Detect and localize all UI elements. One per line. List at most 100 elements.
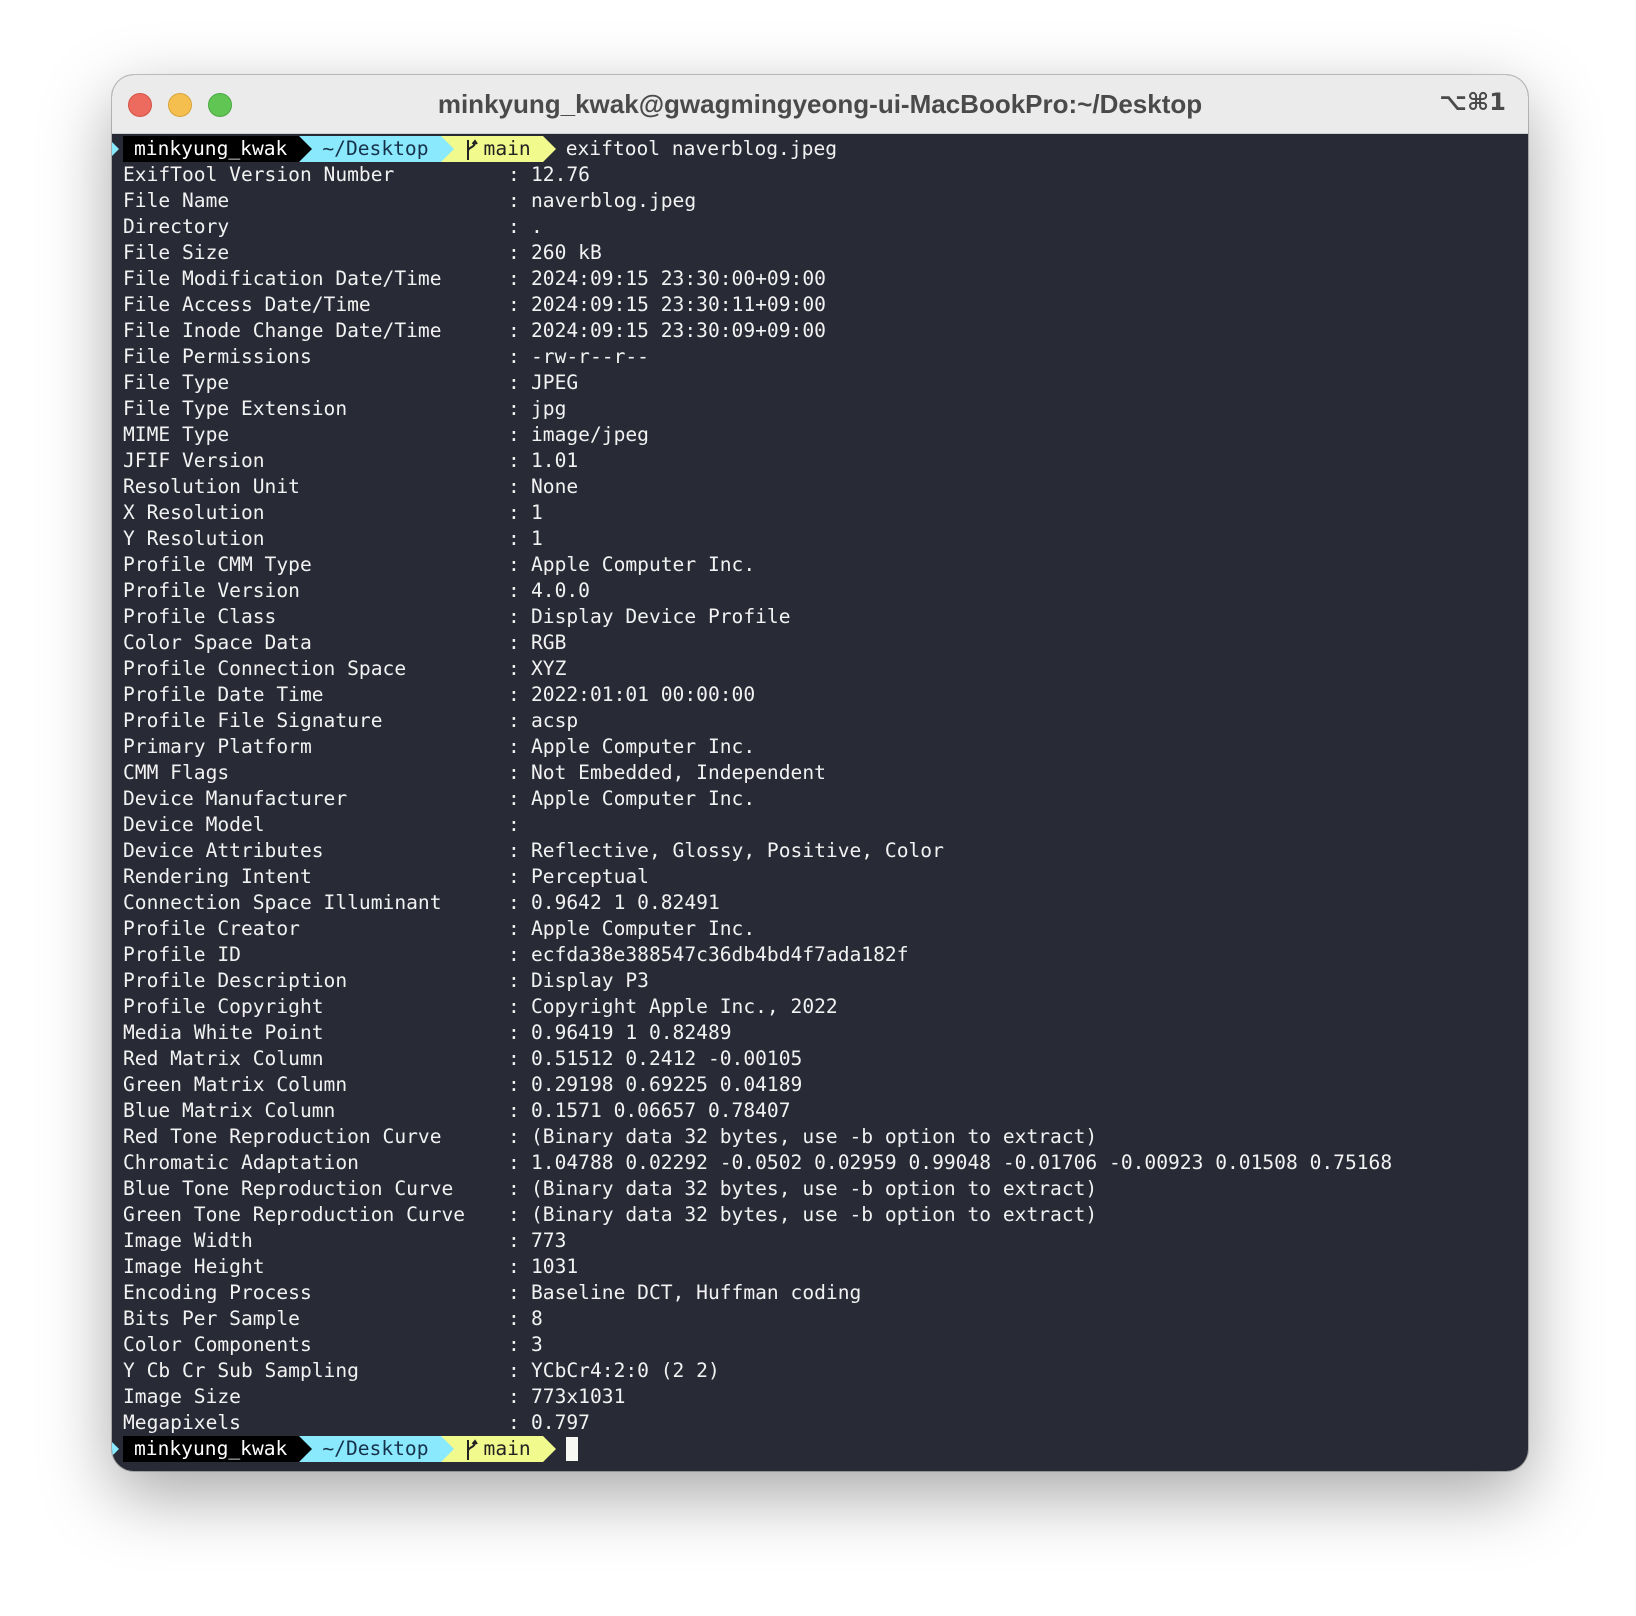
exif-value: 773 [531, 1229, 567, 1252]
exif-value: 1.04788 0.02292 -0.0502 0.02959 0.99048 … [531, 1151, 1393, 1174]
prompt-line-current: minkyung_kwak ~/Desktop main [112, 1436, 1528, 1462]
git-branch-icon [466, 1438, 478, 1460]
exif-key: Profile Creator [123, 917, 300, 940]
exif-row: Profile ID: ecfda38e388547c36db4bd4f7ada1… [112, 942, 1528, 968]
exif-value: (Binary data 32 bytes, use -b option to … [531, 1177, 1098, 1200]
prompt-directory: ~/Desktop [312, 1436, 441, 1462]
exif-separator: : [508, 683, 520, 706]
exif-separator: : [508, 657, 520, 680]
exif-value: 0.96419 1 0.82489 [531, 1021, 732, 1044]
exif-key: Red Tone Reproduction Curve [123, 1125, 442, 1148]
exif-separator: : [508, 787, 520, 810]
exif-separator: : [508, 215, 520, 238]
exif-value: RGB [531, 631, 567, 654]
exif-row: File Type: JPEG [112, 370, 1528, 396]
exif-separator: : [508, 449, 520, 472]
exif-row: Profile CMM Type: Apple Computer Inc. [112, 552, 1528, 578]
exif-value: 0.1571 0.06657 0.78407 [531, 1099, 791, 1122]
prompt-separator-icon [299, 1436, 313, 1462]
exif-value: 1031 [531, 1255, 579, 1278]
exif-key: Primary Platform [123, 735, 312, 758]
exif-row: Device Model: [112, 812, 1528, 838]
exif-separator: : [508, 1047, 520, 1070]
exif-separator: : [508, 917, 520, 940]
exif-row: File Inode Change Date/Time:2024:09:15 2… [112, 318, 1528, 344]
exif-value: Perceptual [531, 865, 649, 888]
exif-key: Y Cb Cr Sub Sampling [123, 1359, 359, 1382]
exif-separator: : [508, 761, 520, 784]
exif-value: 1 [531, 527, 543, 550]
exif-row: Profile Description: Display P3 [112, 968, 1528, 994]
exif-separator: : [508, 501, 520, 524]
exif-key: Encoding Process [123, 1281, 312, 1304]
exif-row: Bits Per Sample:8 [112, 1306, 1528, 1332]
exif-separator: : [508, 1333, 520, 1356]
terminal-output[interactable]: minkyung_kwak ~/Desktop main exiftool na… [112, 134, 1528, 1471]
exif-row: Profile Date Time:2022:01:01 00:00:00 [112, 682, 1528, 708]
exif-value: Reflective, Glossy, Positive, Color [531, 839, 944, 862]
exif-row: Directory:. [112, 214, 1528, 240]
exif-value: naverblog.jpeg [531, 189, 697, 212]
exif-value: 4.0.0 [531, 579, 590, 602]
exif-row: CMM Flags: Not Embedded, Independent [112, 760, 1528, 786]
exif-key: Profile Connection Space [123, 657, 407, 680]
exif-row: Connection Space Illuminant:0.9642 1 0.8… [112, 890, 1528, 916]
text-cursor[interactable] [565, 1437, 578, 1461]
exif-key: JFIF Version [123, 449, 265, 472]
exif-separator: : [508, 189, 520, 212]
exif-separator: : [508, 1099, 520, 1122]
prompt-line: minkyung_kwak ~/Desktop main exiftool na… [112, 136, 1528, 162]
exif-value: Apple Computer Inc. [531, 735, 756, 758]
exif-key: MIME Type [123, 423, 230, 446]
exif-separator: : [508, 1021, 520, 1044]
prompt-separator-icon [542, 136, 556, 162]
exif-value: 8 [531, 1307, 543, 1330]
exif-value: acsp [531, 709, 579, 732]
exif-separator: : [508, 1307, 520, 1330]
exif-value: Not Embedded, Independent [531, 761, 826, 784]
exif-key: X Resolution [123, 501, 265, 524]
exif-row: X Resolution:1 [112, 500, 1528, 526]
exif-separator: : [508, 1125, 520, 1148]
exif-row: File Name: naverblog.jpeg [112, 188, 1528, 214]
exif-row: File Access Date/Time:2024:09:15 23:30:1… [112, 292, 1528, 318]
exif-separator: : [508, 1151, 520, 1174]
prompt-separator-icon [440, 136, 454, 162]
exif-row: MIME Type: image/jpeg [112, 422, 1528, 448]
exif-key: File Inode Change Date/Time [123, 319, 442, 342]
exif-row: Profile Copyright: Copyright Apple Inc., … [112, 994, 1528, 1020]
prompt-branch: main [483, 137, 531, 160]
exif-key: Connection Space Illuminant [123, 891, 442, 914]
exif-separator: : [508, 1229, 520, 1252]
exif-separator: : [508, 969, 520, 992]
exif-separator: : [508, 397, 520, 420]
command-text: exiftool naverblog.jpeg [565, 137, 838, 160]
prompt-git-segment: main [453, 136, 543, 162]
exif-separator: : [508, 579, 520, 602]
exif-row: Red Tone Reproduction Curve: (Binary data… [112, 1124, 1528, 1150]
exif-separator: : [508, 1359, 520, 1382]
exif-key: CMM Flags [123, 761, 230, 784]
prompt-directory: ~/Desktop [312, 136, 441, 162]
exif-separator: : [508, 1411, 520, 1434]
exif-separator: : [508, 553, 520, 576]
exif-row: Color Space Data: RGB [112, 630, 1528, 656]
exif-value: 2024:09:15 23:30:00+09:00 [531, 267, 826, 290]
exif-key: Profile Description [123, 969, 348, 992]
exif-key: Image Height [123, 1255, 265, 1278]
exif-key: File Name [123, 189, 230, 212]
exif-row: Blue Tone Reproduction Curve: (Binary dat… [112, 1176, 1528, 1202]
exif-value: 773x1031 [531, 1385, 626, 1408]
exif-value: Display P3 [531, 969, 649, 992]
exif-key: Resolution Unit [123, 475, 300, 498]
title-bar[interactable]: minkyung_kwak@gwagmingyeong-ui-MacBookPr… [112, 75, 1528, 134]
exif-value: 1 [531, 501, 543, 524]
exif-key: Profile ID [123, 943, 241, 966]
exif-key: Media White Point [123, 1021, 324, 1044]
exif-separator: : [508, 319, 520, 342]
exif-value: 0.51512 0.2412 -0.00105 [531, 1047, 803, 1070]
exif-row: Image Size:773x1031 [112, 1384, 1528, 1410]
exif-row: Primary Platform: Apple Computer Inc. [112, 734, 1528, 760]
exif-value: (Binary data 32 bytes, use -b option to … [531, 1203, 1098, 1226]
exif-key: Image Width [123, 1229, 253, 1252]
